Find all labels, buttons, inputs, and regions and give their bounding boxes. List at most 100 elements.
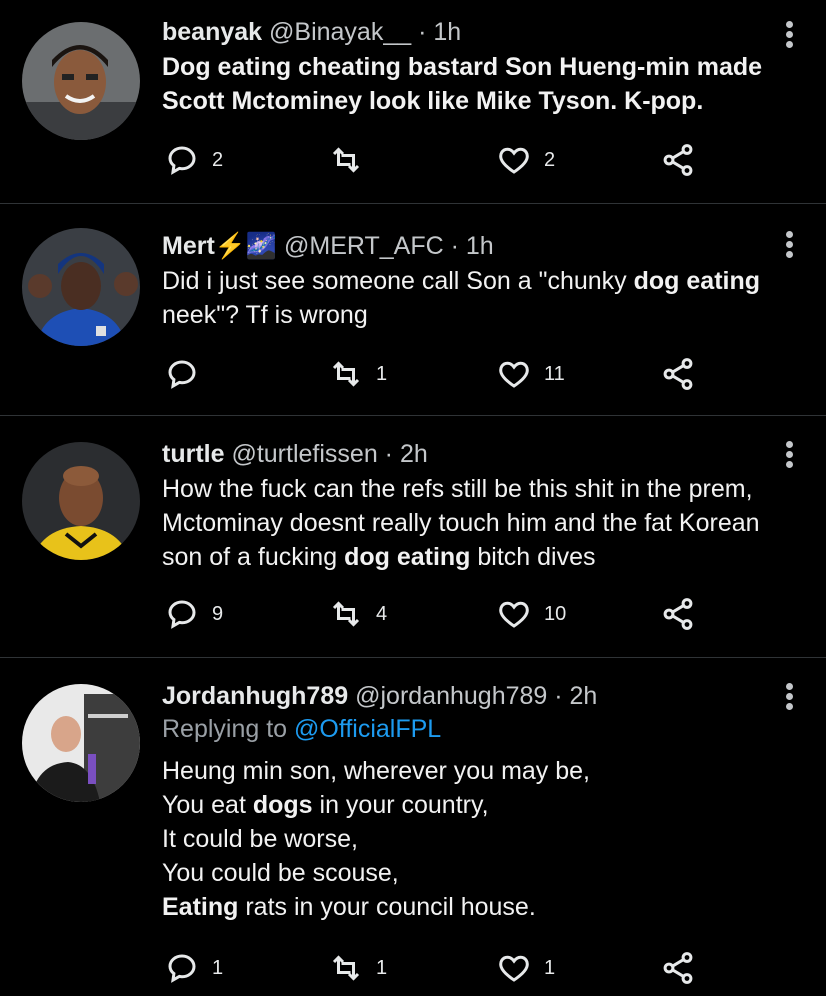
text-segment: Heung min son, wherever you may be, xyxy=(162,757,590,785)
share-button[interactable] xyxy=(660,948,696,988)
tweet-text-line: You could be scouse, xyxy=(162,856,766,890)
name-emoji: ⚡🌌 xyxy=(214,232,278,260)
reply-icon xyxy=(168,146,196,175)
tweet-text-line: How the fuck can the refs still be this … xyxy=(162,472,766,506)
text-segment: You eat xyxy=(162,791,253,819)
timestamp[interactable]: 1h xyxy=(433,18,461,46)
retweet-count: 1 xyxy=(376,956,388,979)
tweet-header: Jordanhugh789 @jordanhugh789 · 2h xyxy=(162,680,766,712)
like-icon xyxy=(499,147,529,174)
like-button[interactable]: 10 xyxy=(496,594,566,634)
retweet-button[interactable]: 1 xyxy=(328,948,387,988)
text-segment: Dog eating cheating bastard Son Hueng-mi… xyxy=(162,53,763,81)
separator: · xyxy=(411,18,434,46)
separator: · xyxy=(443,232,466,260)
retweet-button[interactable]: 1 xyxy=(328,354,387,394)
tweet-text: Dog eating cheating bastard Son Hueng-mi… xyxy=(162,50,766,118)
tweet[interactable]: turtle @turtlefissen · 2h How the fuck c… xyxy=(0,416,826,658)
tweet-text-line: Dog eating cheating bastard Son Hueng-mi… xyxy=(162,50,766,84)
timestamp[interactable]: 2h xyxy=(400,440,428,468)
share-button[interactable] xyxy=(660,354,696,394)
separator: · xyxy=(547,682,570,710)
tweet-text: Heung min son, wherever you may be, You e… xyxy=(162,754,766,924)
replying-prefix: Replying to xyxy=(162,715,295,743)
retweet-icon xyxy=(332,955,360,981)
share-button[interactable] xyxy=(660,140,696,180)
reply-icon xyxy=(168,360,196,389)
text-segment: neek"? Tf is wrong xyxy=(162,301,368,329)
retweet-button[interactable] xyxy=(328,140,376,180)
tweet-text-line: Mctominay doesnt really touch him and th… xyxy=(162,506,766,540)
display-name[interactable]: beanyak xyxy=(162,18,262,46)
tweet[interactable]: beanyak @Binayak__ · 1h Dog eating cheat… xyxy=(0,0,826,204)
display-name[interactable]: Mert xyxy=(162,232,215,260)
reply-count: 1 xyxy=(212,956,224,979)
tweet[interactable]: Jordanhugh789 @jordanhugh789 · 2h Replyi… xyxy=(0,658,826,996)
tweet-text-line: You eat dogs in your country, xyxy=(162,788,766,822)
separator: · xyxy=(377,440,400,468)
tweet-text-line: neek"? Tf is wrong xyxy=(162,298,766,332)
timestamp[interactable]: 2h xyxy=(570,682,598,710)
text-segment: in your country, xyxy=(312,791,489,819)
like-count: 1 xyxy=(544,956,556,979)
action-bar: 1 1 1 xyxy=(162,948,722,988)
share-icon xyxy=(663,598,693,630)
reply-button[interactable]: 2 xyxy=(164,140,223,180)
timestamp[interactable]: 1h xyxy=(466,232,494,260)
reply-mention-link[interactable]: @OfficialFPL xyxy=(294,715,441,743)
reply-button[interactable]: 1 xyxy=(164,948,223,988)
text-segment: Scott Mctominey look like Mike Tyson. K-… xyxy=(162,87,704,115)
text-segment: Did i just see someone call Son a "chunk… xyxy=(162,267,634,295)
tweet-text: Did i just see someone call Son a "chunk… xyxy=(162,264,766,332)
like-button[interactable]: 1 xyxy=(496,948,555,988)
user-handle[interactable]: @turtlefissen xyxy=(231,440,377,468)
display-name[interactable]: turtle xyxy=(162,440,225,468)
text-segment: son of a fucking xyxy=(162,543,345,571)
like-button[interactable]: 2 xyxy=(496,140,555,180)
user-handle[interactable]: @MERT_AFC xyxy=(284,232,444,260)
action-bar: 2 2 xyxy=(162,140,722,180)
avatar[interactable] xyxy=(22,442,140,560)
reply-button[interactable] xyxy=(164,354,212,394)
retweet-icon xyxy=(332,147,360,173)
retweet-button[interactable]: 4 xyxy=(328,594,387,634)
share-icon xyxy=(663,952,693,984)
retweet-icon xyxy=(332,601,360,627)
reply-button[interactable]: 9 xyxy=(164,594,223,634)
text-segment: rats in your council house. xyxy=(238,893,536,921)
text-segment: You could be scouse, xyxy=(162,859,399,887)
avatar[interactable] xyxy=(22,228,140,346)
highlighted-keyword: dogs xyxy=(252,791,313,819)
user-handle[interactable]: @Binayak__ xyxy=(269,18,411,46)
display-name[interactable]: Jordanhugh789 xyxy=(162,682,348,710)
tweet-text-line: Heung min son, wherever you may be, xyxy=(162,754,766,788)
tweet-header: turtle @turtlefissen · 2h xyxy=(162,438,766,470)
tweet[interactable]: Mert⚡🌌 @MERT_AFC · 1h Did i just see som… xyxy=(0,204,826,416)
tweet-text-line: Eating rats in your council house. xyxy=(162,890,766,924)
share-button[interactable] xyxy=(660,594,696,634)
more-icon[interactable] xyxy=(782,18,796,51)
more-icon[interactable] xyxy=(782,680,796,713)
action-bar: 9 4 10 xyxy=(162,594,722,634)
replying-to: Replying to @OfficialFPL xyxy=(162,712,766,746)
highlighted-keyword: dog eating xyxy=(344,543,471,571)
avatar[interactable] xyxy=(22,684,140,802)
more-icon[interactable] xyxy=(782,228,796,261)
tweet-text-line: Scott Mctominey look like Mike Tyson. K-… xyxy=(162,84,766,118)
text-segment: How the fuck can the refs still be this … xyxy=(162,475,753,503)
like-icon xyxy=(499,601,529,628)
like-button[interactable]: 11 xyxy=(496,354,565,394)
reply-icon xyxy=(168,600,196,629)
retweet-count: 1 xyxy=(376,362,388,385)
user-handle[interactable]: @jordanhugh789 xyxy=(355,682,547,710)
like-icon xyxy=(499,955,529,982)
reply-count: 9 xyxy=(212,602,224,625)
avatar[interactable] xyxy=(22,22,140,140)
like-icon xyxy=(499,361,529,388)
tweet-text-line: son of a fucking dog eating bitch dives xyxy=(162,540,766,574)
more-icon[interactable] xyxy=(782,438,796,471)
like-count: 2 xyxy=(544,148,556,171)
text-segment: It could be worse, xyxy=(162,825,358,853)
tweet-text-line: Did i just see someone call Son a "chunk… xyxy=(162,264,766,298)
reply-icon xyxy=(168,954,196,983)
